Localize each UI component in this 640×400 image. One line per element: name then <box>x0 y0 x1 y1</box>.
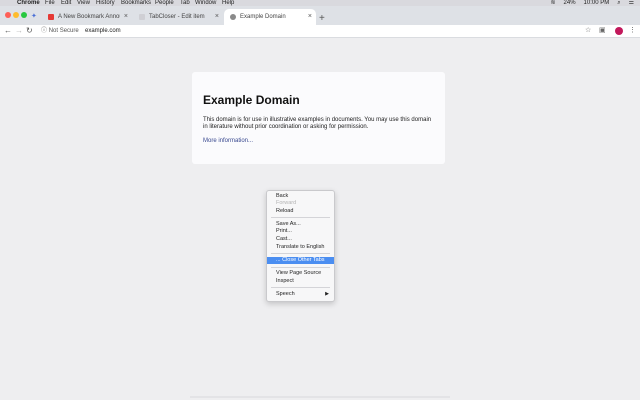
forward-arrow-icon[interactable]: → <box>15 25 23 37</box>
context-menu: Back Forward Reload Save As... Print... … <box>266 190 335 302</box>
not-secure-indicator[interactable]: ⓘ Not Secure <box>41 26 79 36</box>
page-bottom-edge <box>190 396 450 398</box>
extension-icon[interactable]: ✦ <box>31 11 37 23</box>
page-favicon-icon <box>139 14 145 20</box>
ctx-close-other-tabs[interactable]: ... Close Other Tabs <box>267 257 334 264</box>
more-information-link[interactable]: More information... <box>203 138 253 144</box>
more-menu-icon[interactable]: ⋮ <box>629 25 636 37</box>
menu-divider <box>271 217 330 218</box>
ctx-speech[interactable]: Speech ▶ <box>267 291 334 298</box>
ctx-print[interactable]: Print... <box>267 228 334 235</box>
tab-example-domain[interactable]: Example Domain × <box>224 9 316 25</box>
close-tab-icon[interactable]: × <box>215 9 219 25</box>
close-tab-icon[interactable]: × <box>308 9 312 25</box>
minimize-window-dot[interactable] <box>13 12 19 18</box>
ctx-save-as[interactable]: Save As... <box>267 221 334 228</box>
tab-tabcloser-edit[interactable]: TabCloser - Edit item × <box>133 9 223 25</box>
reload-icon[interactable]: ↻ <box>26 25 33 37</box>
tab-title: TabCloser - Edit item <box>149 14 205 20</box>
menu-divider <box>271 253 330 254</box>
address-bar[interactable]: ⓘ Not Secure example.com <box>38 26 584 36</box>
new-tab-icon[interactable]: + <box>319 13 325 25</box>
ctx-cast[interactable]: Cast... <box>267 236 334 243</box>
page-heading: Example Domain <box>203 93 300 107</box>
browser-toolbar: ← → ↻ ⓘ Not Secure example.com ☆ ▣ ⋮ <box>0 25 640 38</box>
content-card: Example Domain This domain is for use in… <box>192 72 445 164</box>
extension-puzzle-icon[interactable]: ▣ <box>599 25 606 37</box>
ctx-translate[interactable]: Translate to English <box>267 244 334 251</box>
menu-divider <box>271 287 330 288</box>
ctx-view-page-source[interactable]: View Page Source <box>267 270 334 277</box>
close-window-dot[interactable] <box>5 12 11 18</box>
ctx-forward: Forward <box>276 200 297 206</box>
url-text: example.com <box>85 28 121 34</box>
page-description: This domain is for use in illustrative e… <box>203 117 432 130</box>
security-label: Not Secure <box>48 28 79 34</box>
youtube-favicon-icon <box>48 14 54 20</box>
back-arrow-icon[interactable]: ← <box>4 25 12 37</box>
submenu-arrow-icon: ▶ <box>325 291 329 297</box>
menu-divider <box>271 267 330 268</box>
globe-favicon-icon <box>230 14 236 20</box>
zoom-window-dot[interactable] <box>21 12 27 18</box>
tab-title: A New Bookmark Announcement <box>58 14 120 20</box>
bookmark-star-icon[interactable]: ☆ <box>585 25 591 37</box>
info-icon: ⓘ <box>41 28 48 34</box>
tab-bookmark-announcement[interactable]: A New Bookmark Announcement × <box>42 9 132 25</box>
ctx-reload[interactable]: Reload <box>267 208 334 215</box>
close-tab-icon[interactable]: × <box>124 9 128 25</box>
ctx-back[interactable]: Back <box>267 193 334 200</box>
profile-avatar[interactable] <box>615 27 623 35</box>
tab-strip: ✦ A New Bookmark Announcement × TabClose… <box>0 6 640 25</box>
tab-title: Example Domain <box>240 14 286 20</box>
ctx-inspect[interactable]: Inspect <box>267 278 334 285</box>
